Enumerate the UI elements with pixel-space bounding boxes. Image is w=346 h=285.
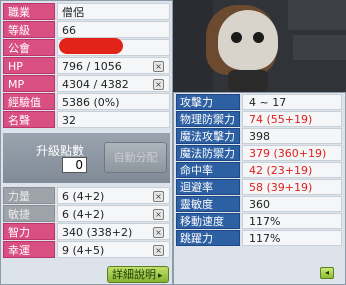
- detail-button-label: 詳細說明: [112, 268, 156, 281]
- acc-row: 命中率 42 (23+19): [176, 162, 342, 178]
- exp-row: 經驗值 5386 (0%): [3, 93, 170, 110]
- matk-row: 魔法攻擊力 398: [176, 128, 342, 144]
- luk-value-cell: 9 (4+5) ×: [57, 241, 170, 258]
- int-value-cell: 340 (338+2) ×: [57, 223, 170, 240]
- hp-plus-button[interactable]: ×: [153, 61, 164, 72]
- speed-row: 移動速度 117%: [176, 213, 342, 229]
- mdef-label: 魔法防禦力: [176, 145, 240, 161]
- auto-assign-button[interactable]: 自動分配: [104, 142, 167, 173]
- skeleton-body: [228, 70, 268, 92]
- eva-value: 58 (39+19): [242, 179, 342, 195]
- arrow-right-icon: ▸: [158, 271, 163, 281]
- fame-label: 名聲: [3, 111, 55, 128]
- acc-value: 42 (23+19): [242, 162, 342, 178]
- pdef-value: 74 (55+19): [242, 111, 342, 127]
- luk-label: 幸運: [3, 241, 55, 258]
- detail-button[interactable]: 詳細說明 ▸: [107, 266, 169, 283]
- dex-row: 敏捷 6 (4+2) ×: [3, 205, 170, 222]
- str-row: 力量 6 (4+2) ×: [3, 187, 170, 204]
- dex-label: 敏捷: [3, 205, 55, 222]
- skeleton-eye-right: [253, 32, 264, 43]
- int-label: 智力: [3, 223, 55, 240]
- mp-value: 4304 / 4382: [62, 78, 129, 91]
- job-value: 僧侶: [57, 3, 170, 20]
- hp-value-cell: 796 / 1056 ×: [57, 57, 170, 74]
- level-value: 66: [57, 21, 170, 38]
- level-label: 等級: [3, 21, 55, 38]
- str-plus-button[interactable]: ×: [153, 191, 164, 202]
- fame-row: 名聲 32: [3, 111, 170, 128]
- luk-row: 幸運 9 (4+5) ×: [3, 241, 170, 258]
- level-row: 等級 66: [3, 21, 170, 38]
- exp-label: 經驗值: [3, 93, 55, 110]
- luk-value: 9 (4+5): [62, 244, 105, 257]
- acc-label: 命中率: [176, 162, 240, 178]
- hands-value: 360: [242, 196, 342, 212]
- str-value-cell: 6 (4+2) ×: [57, 187, 170, 204]
- mp-plus-button[interactable]: ×: [153, 79, 164, 90]
- job-row: 職業 僧侶: [3, 3, 170, 20]
- int-plus-button[interactable]: ×: [153, 227, 164, 238]
- atk-row: 攻擊力 4 ~ 17: [176, 94, 342, 110]
- hp-value: 796 / 1056: [62, 60, 122, 73]
- eva-row: 迴避率 58 (39+19): [176, 179, 342, 195]
- speed-label: 移動速度: [176, 213, 240, 229]
- speed-value: 117%: [242, 213, 342, 229]
- dex-plus-button[interactable]: ×: [153, 209, 164, 220]
- mp-value-cell: 4304 / 4382 ×: [57, 75, 170, 92]
- jump-value: 117%: [242, 230, 342, 246]
- redaction-mark: [59, 38, 123, 54]
- str-label: 力量: [3, 187, 55, 204]
- matk-label: 魔法攻擊力: [176, 128, 240, 144]
- int-row: 智力 340 (338+2) ×: [3, 223, 170, 240]
- luk-plus-button[interactable]: ×: [153, 245, 164, 256]
- dex-value-cell: 6 (4+2) ×: [57, 205, 170, 222]
- pdef-row: 物理防禦力 74 (55+19): [176, 111, 342, 127]
- skeleton-eye-left: [231, 32, 242, 43]
- guild-label: 公會: [3, 39, 55, 56]
- eva-label: 迴避率: [176, 179, 240, 195]
- exp-value: 5386 (0%): [57, 93, 170, 110]
- mdef-row: 魔法防禦力 379 (360+19): [176, 145, 342, 161]
- mdef-value: 379 (360+19): [242, 145, 342, 161]
- hp-row: HP 796 / 1056 ×: [3, 57, 170, 74]
- hp-label: HP: [3, 57, 55, 74]
- matk-value: 398: [242, 128, 342, 144]
- pdef-label: 物理防禦力: [176, 111, 240, 127]
- collapse-detail-button[interactable]: ◂: [320, 267, 334, 279]
- int-value: 340 (338+2): [62, 226, 133, 239]
- job-label: 職業: [3, 3, 55, 20]
- ability-point-value: 0: [62, 157, 87, 173]
- mp-row: MP 4304 / 4382 ×: [3, 75, 170, 92]
- atk-value: 4 ~ 17: [242, 94, 342, 110]
- hands-row: 靈敏度 360: [176, 196, 342, 212]
- str-value: 6 (4+2): [62, 190, 105, 203]
- hands-label: 靈敏度: [176, 196, 240, 212]
- fame-value: 32: [57, 111, 170, 128]
- dex-value: 6 (4+2): [62, 208, 105, 221]
- skeleton-skull: [218, 10, 278, 70]
- atk-label: 攻擊力: [176, 94, 240, 110]
- jump-row: 跳躍力 117%: [176, 230, 342, 246]
- game-scene: [173, 0, 346, 92]
- mp-label: MP: [3, 75, 55, 92]
- jump-label: 跳躍力: [176, 230, 240, 246]
